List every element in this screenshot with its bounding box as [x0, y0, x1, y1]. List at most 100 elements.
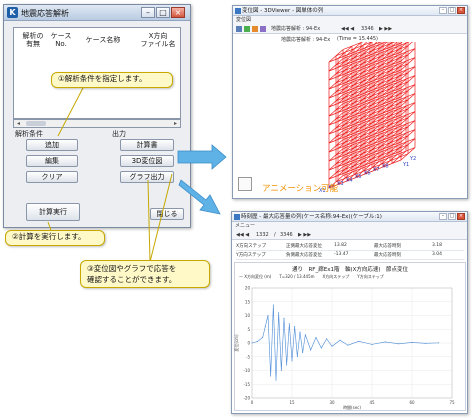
y-tick-label: 10	[245, 313, 251, 318]
y-axis-label: 変位(cm)	[234, 334, 239, 352]
viewer-menu[interactable]: 変位図	[233, 16, 467, 24]
graph-titlebar: 時刻歴 - 最大応答量の列(ケース名称:94-Ex)(ケーブル:1) – □ ×	[232, 212, 467, 222]
print-icon[interactable]	[252, 26, 258, 32]
settings-icon[interactable]	[260, 26, 266, 32]
y-tick-label: 0	[247, 341, 250, 346]
animation-play-icon[interactable]	[238, 177, 252, 191]
legend-item: X方向ステップ	[322, 274, 350, 279]
y-axis-label: Y2	[409, 156, 416, 162]
graph-frame-forward-icon[interactable]: ▶ ▶▶	[298, 230, 311, 240]
data-point	[280, 370, 282, 371]
data-point	[296, 356, 298, 358]
data-point	[310, 349, 312, 351]
arrow-to-graph-icon	[178, 179, 221, 215]
graph-frame-back-icon[interactable]: ◀◀ ◀	[236, 230, 249, 240]
viewer-titlebar: 変位図 - 3DViewer - 図単体の列 – □ ×	[233, 6, 467, 16]
viewer-title: 変位図 - 3DViewer - 図単体の列	[242, 8, 324, 14]
data-point	[411, 341, 413, 343]
x-tick-label: 0	[251, 400, 254, 405]
y-tick-label: -15	[243, 382, 250, 387]
data-point	[299, 331, 301, 333]
data-point	[384, 341, 386, 343]
chart-title: 通り RF_廊Ex1階 軸(X方向応速) 節点変位	[291, 267, 409, 273]
callout-step3: ③変位図やグラフで応答を 確認することができます。	[80, 260, 210, 288]
data-point	[270, 375, 272, 377]
viewer-close-button[interactable]: ×	[457, 7, 465, 14]
info-row: Y方向ステップ 負側最大応答変位 -13.47 最大応答時刻 3.04	[236, 251, 464, 260]
data-point	[438, 342, 440, 344]
data-point	[326, 338, 328, 340]
frame-separator: /	[274, 232, 276, 238]
x-tick-label: 45	[369, 400, 375, 405]
y-tick-label: -5	[246, 354, 250, 359]
info-cell: X方向ステップ	[236, 244, 267, 249]
chart-legend: — X方向変位 (m) T=320 / 13.445m X方向ステップ Y方向ステップ	[239, 274, 465, 280]
3d-building-frame[interactable]: X1X2X3X4X5X6X7X8 Y1Y2	[233, 42, 469, 198]
callout-step3-line2: 確認することができます。	[87, 275, 177, 284]
graph-frame-value[interactable]: 1332	[256, 230, 269, 240]
x-tick-label: 75	[449, 400, 455, 405]
callout-step3-line1: ③変位図やグラフで応答を	[87, 264, 177, 273]
viewer-minimize-button[interactable]: –	[439, 7, 447, 14]
callout1-line	[57, 85, 85, 137]
x-axis-label: X4	[346, 178, 353, 184]
data-point	[272, 304, 274, 306]
callout3-line-a	[149, 173, 173, 263]
data-point	[304, 334, 306, 336]
data-point	[288, 323, 290, 325]
graph-info-panel: X方向ステップ 正側最大応答変位 13.82 最大応答時刻 3.18 Y方向ステップ 負側最…	[236, 242, 464, 260]
data-point	[320, 347, 322, 349]
x-tick-label: 15	[289, 400, 295, 405]
graph-app-icon	[234, 214, 240, 220]
data-point	[278, 312, 280, 314]
info-cell: 13.82	[334, 243, 347, 248]
x-tick-label: 30	[329, 400, 335, 405]
data-point	[315, 337, 317, 338]
data-point	[267, 315, 269, 316]
save-icon[interactable]	[244, 26, 250, 32]
data-point	[331, 345, 333, 347]
data-point	[264, 326, 266, 327]
graph-close-button[interactable]: ×	[457, 213, 465, 220]
viewer-app-icon	[235, 8, 241, 14]
graph-frame-total: 3346	[280, 232, 293, 238]
viewer-toolbar: 地震応答解析 : 94-Ex ◀◀ ◀ 3346 ▶ ▶▶	[233, 24, 467, 34]
frame-forward-icon[interactable]: ▶ ▶▶	[379, 24, 392, 34]
data-point	[294, 326, 296, 327]
y-tick-label: -10	[243, 368, 250, 373]
graph-toolbar: ◀◀ ◀ 1332 / 3346 ▶ ▶▶	[232, 230, 467, 240]
3d-viewer-window: 変位図 - 3DViewer - 図単体の列 – □ × 変位図 地震応答解析 …	[232, 5, 468, 199]
open-icon[interactable]	[236, 26, 242, 32]
data-point	[283, 317, 285, 319]
data-point	[302, 352, 304, 354]
x-axis-label: X7	[373, 167, 380, 173]
graph-menu[interactable]: メニュー	[232, 222, 467, 230]
legend-item: T=320 / 13.445m	[279, 274, 315, 279]
info-cell: 正側最大応答変位	[286, 244, 322, 249]
viewer-frame-value[interactable]: 3346	[361, 24, 374, 34]
callout3-line-b	[147, 179, 151, 263]
viewer-case-select[interactable]: 地震応答解析 : 94-Ex	[271, 24, 320, 34]
arrow-to-viewer-icon	[177, 144, 227, 170]
y-tick-label: 20	[245, 286, 251, 291]
x-axis-label: X8	[382, 164, 389, 170]
y-tick-label: 15	[245, 299, 251, 304]
data-point	[286, 364, 288, 366]
legend-item: — X方向変位 (m)	[239, 274, 272, 279]
x-axis-label: 時間(sec)	[343, 404, 361, 410]
y-axis-label: Y1	[402, 162, 409, 168]
graph-minimize-button[interactable]: –	[439, 213, 447, 220]
info-cell: 負側最大応答変位	[286, 253, 322, 258]
graph-maximize-button[interactable]: □	[448, 213, 456, 220]
frame-controls-icon[interactable]: ◀◀ ◀	[341, 24, 354, 34]
viewer-maximize-button[interactable]: □	[448, 7, 456, 14]
info-cell: 最大応答時刻	[374, 244, 401, 249]
info-cell: -13.47	[334, 252, 349, 257]
info-cell: Y方向ステップ	[236, 253, 266, 258]
data-point	[262, 337, 264, 338]
info-cell: 3.18	[432, 243, 443, 248]
time-history-chart[interactable]: 20151050-5-10-15-200 15 30 45 60 75時間(sec)変位(…	[234, 282, 466, 411]
info-row: X方向ステップ 正側最大応答変位 13.82 最大応答時刻 3.18	[236, 242, 464, 251]
data-point	[291, 360, 293, 362]
data-point	[424, 342, 426, 344]
